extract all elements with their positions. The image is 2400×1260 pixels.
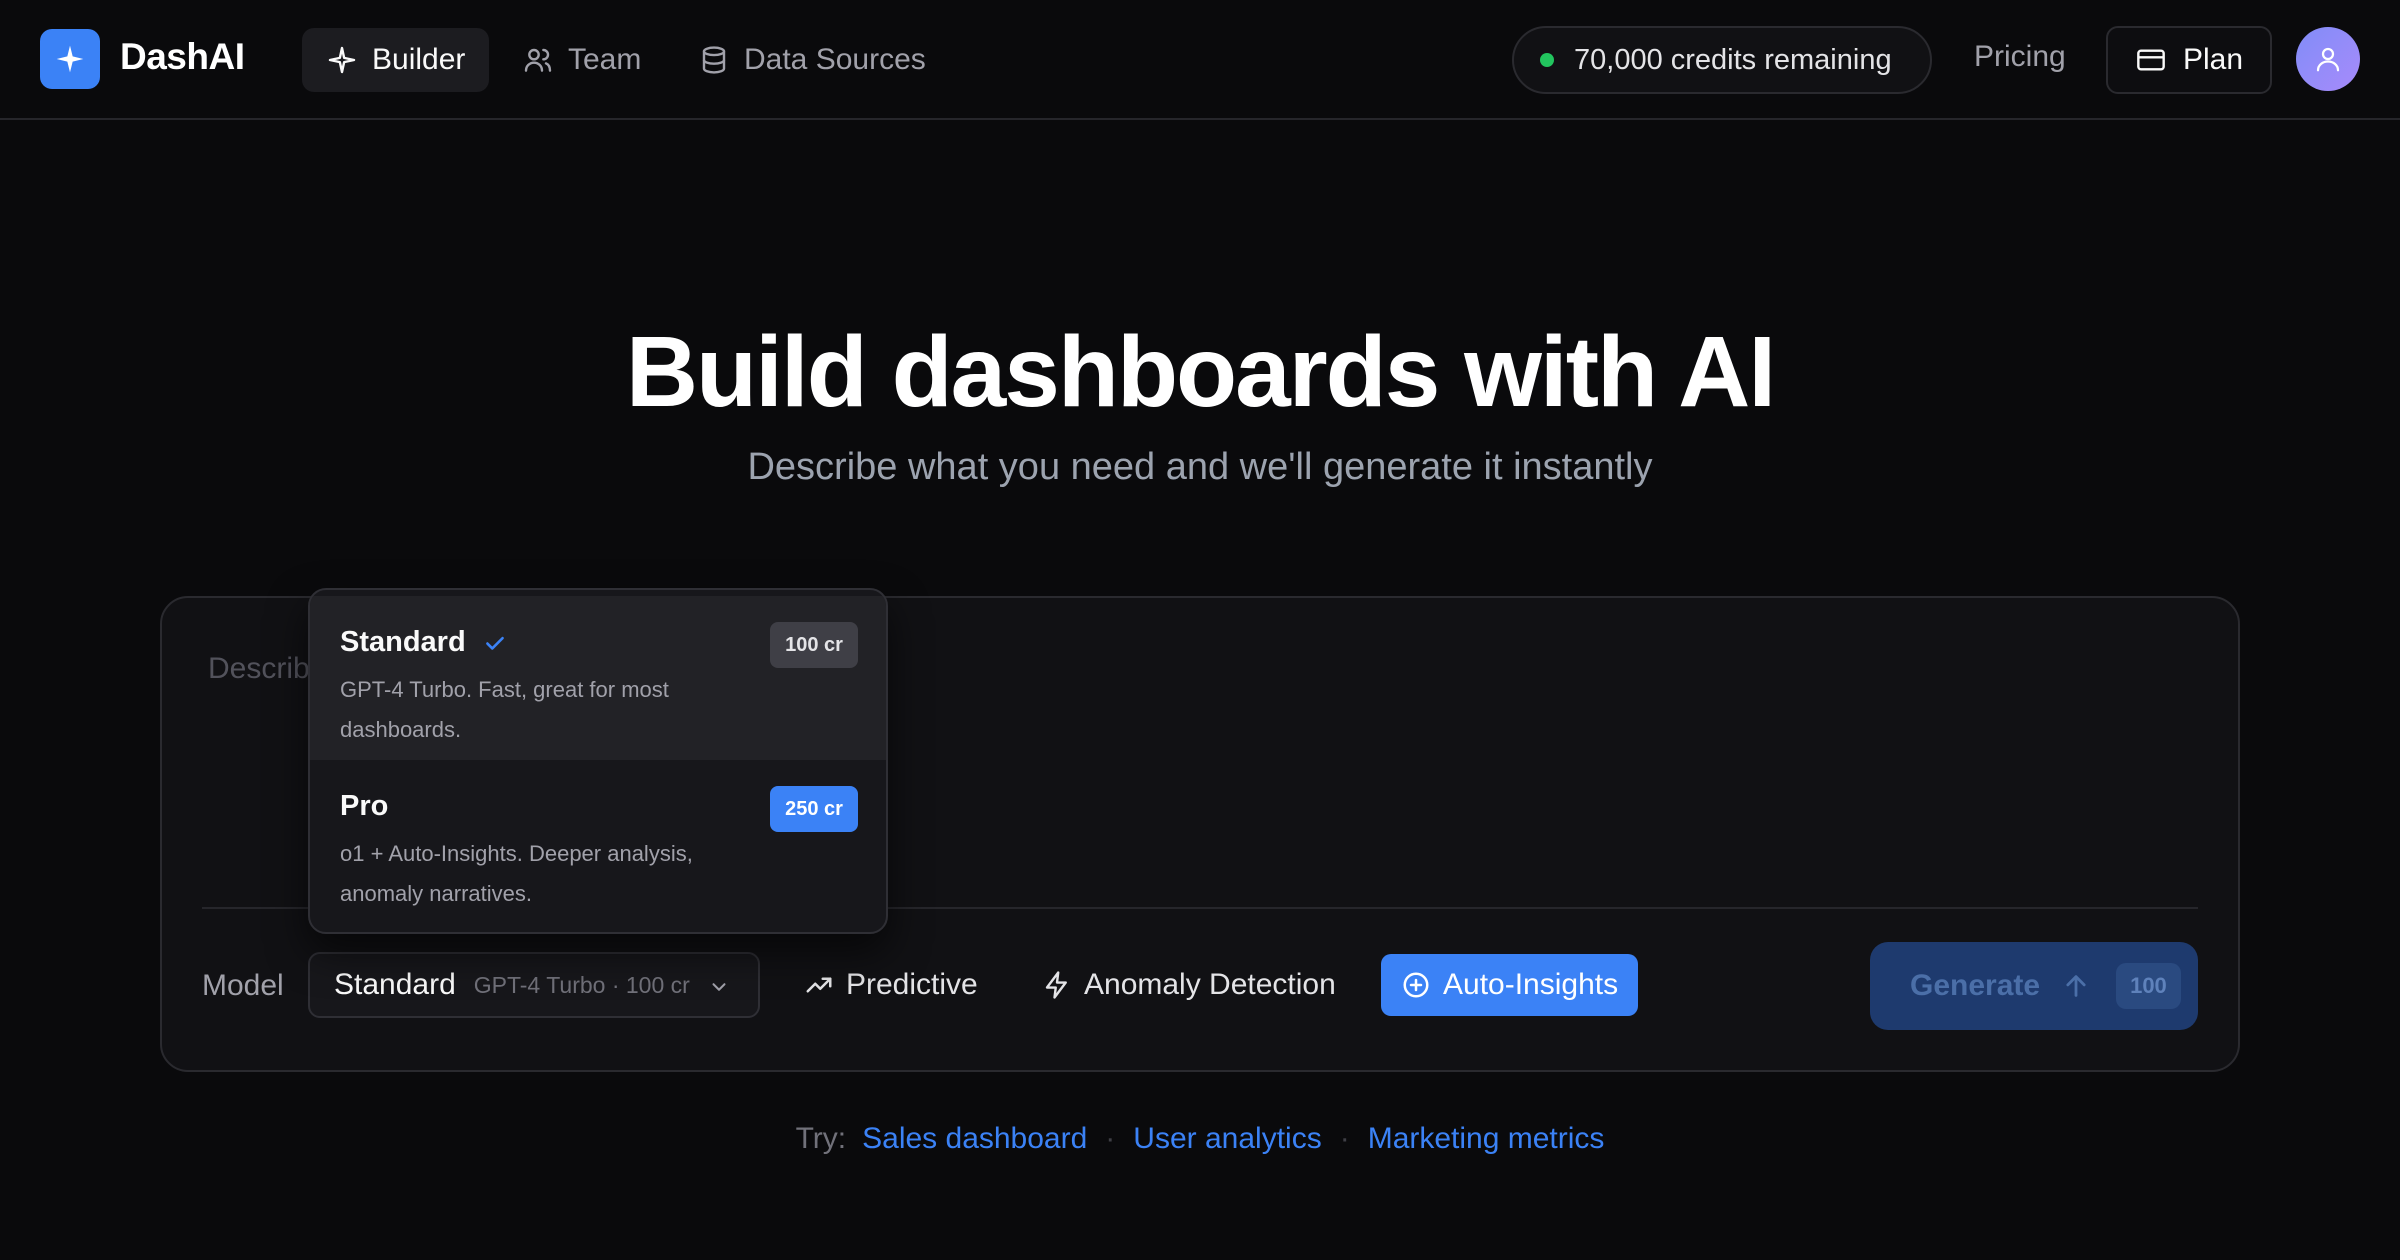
credits-text: 70,000 credits remaining [1574, 43, 1892, 76]
model-option-title: Standard [340, 626, 508, 659]
page-subtitle: Describe what you need and we'll generat… [747, 446, 1653, 488]
suggestion-link[interactable]: Sales dashboard [862, 1122, 1087, 1156]
anomaly-detection-toggle[interactable]: Anomaly Detection [1042, 954, 1336, 1016]
avatar[interactable] [2296, 27, 2360, 91]
suggestion-link[interactable]: Marketing metrics [1368, 1122, 1605, 1156]
nav-data-sources-label: Data Sources [744, 43, 926, 76]
nav-builder-label: Builder [372, 43, 466, 76]
separator-dot: · [1339, 1122, 1350, 1155]
predictive-toggle[interactable]: Predictive [804, 954, 978, 1016]
suggestions-row: Try: Sales dashboard · User analytics · … [0, 1122, 2400, 1156]
bolt-icon [1045, 971, 1067, 999]
top-nav: DashAI Builder Team Data Sources 70,000 … [0, 0, 2400, 120]
model-option-standard[interactable]: Standard GPT-4 Turbo. Fast, great for mo… [310, 596, 886, 760]
generate-label: Generate [1910, 969, 2041, 1002]
model-option-name: Pro [340, 790, 389, 822]
check-icon [485, 636, 504, 650]
model-option-title: Pro [340, 790, 388, 823]
model-option-desc: GPT-4 Turbo. Fast, great for most dashbo… [340, 677, 669, 742]
model-option-desc: o1 + Auto-Insights. Deeper analysis, ano… [340, 841, 693, 906]
generate-button[interactable]: Generate 100 [1870, 942, 2198, 1030]
suggestion-link[interactable]: User analytics [1133, 1122, 1321, 1156]
model-option-name: Standard [340, 626, 466, 658]
users-icon [524, 48, 552, 72]
database-icon [702, 46, 726, 74]
nav-builder[interactable]: Builder [302, 28, 490, 92]
pricing-link[interactable]: Pricing [1974, 40, 2066, 74]
plan-button[interactable]: Plan [2106, 26, 2272, 94]
model-select-meta: GPT-4 Turbo · 100 cr [473, 971, 690, 998]
model-select-value: Standard [334, 968, 456, 1001]
model-option-pro[interactable]: Pro o1 + Auto-Insights. Deeper analysis,… [310, 760, 886, 932]
auto-insights-label: Auto-Insights [1443, 968, 1619, 1001]
credits-badge[interactable]: 70,000 credits remaining [1512, 26, 1932, 94]
predictive-label: Predictive [846, 968, 978, 1001]
plus-circle-icon [1403, 972, 1429, 998]
nav-team-label: Team [568, 43, 642, 76]
sparkle-icon [328, 46, 356, 74]
user-icon [2316, 47, 2340, 72]
anomaly-detection-label: Anomaly Detection [1084, 968, 1336, 1001]
plan-label: Plan [2182, 43, 2244, 76]
auto-insights-toggle[interactable]: Auto-Insights [1381, 954, 1639, 1016]
nav-team[interactable]: Team [522, 28, 641, 92]
separator-dot: · [1105, 1122, 1116, 1155]
brand-name[interactable]: DashAI [120, 36, 245, 78]
credit-cost-badge: 250 cr [770, 786, 858, 832]
prompt-input[interactable]: Describ [208, 652, 310, 686]
status-dot-icon [1540, 53, 1554, 67]
credit-card-icon [2137, 49, 2165, 71]
model-select[interactable]: Standard GPT-4 Turbo · 100 cr [308, 952, 760, 1018]
arrow-up-icon [2066, 975, 2086, 997]
suggestions-label: Try: [795, 1122, 847, 1155]
chevron-down-icon [712, 983, 726, 991]
logo-icon[interactable] [40, 29, 100, 89]
model-dropdown-menu: Standard GPT-4 Turbo. Fast, great for mo… [308, 588, 888, 934]
trend-up-icon [806, 977, 832, 993]
page-title: Build dashboards with AI [625, 316, 1776, 428]
nav-data-sources[interactable]: Data Sources [698, 28, 926, 92]
credit-cost-badge: 100 cr [770, 622, 858, 668]
generate-cost-badge: 100 [2116, 963, 2181, 1009]
model-label: Model [202, 969, 284, 1002]
